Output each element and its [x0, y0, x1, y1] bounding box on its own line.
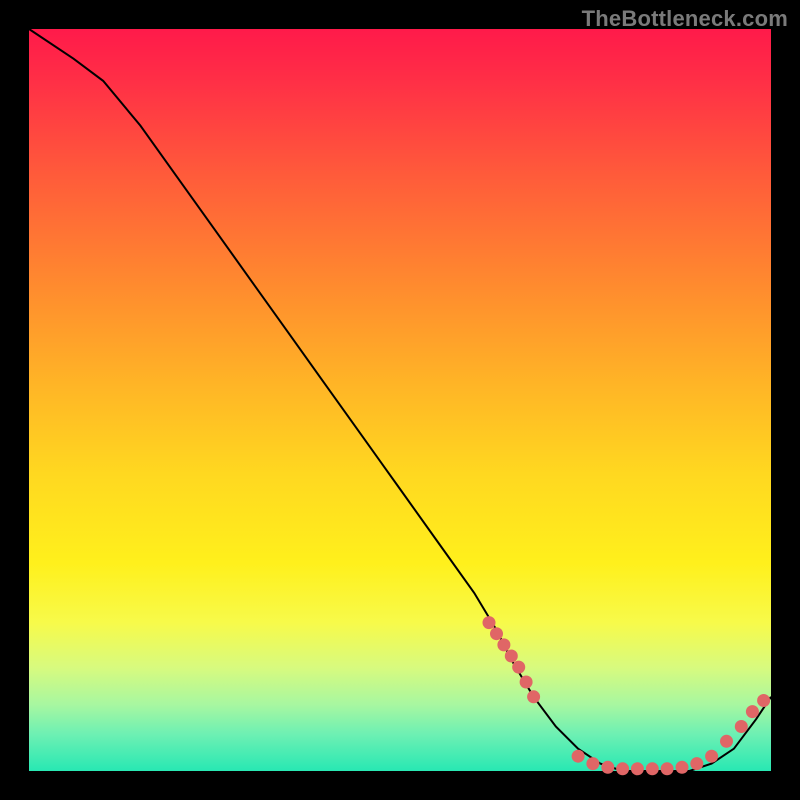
marker-left-cluster: [527, 690, 540, 703]
series-bottleneck-curve: [29, 29, 771, 771]
marker-rise-cluster: [705, 750, 718, 763]
bottleneck-curve-line: [29, 29, 771, 771]
marker-rise-cluster: [757, 694, 770, 707]
marker-rise-cluster: [720, 735, 733, 748]
marker-left-cluster: [497, 638, 510, 651]
marker-floor-cluster: [676, 761, 689, 774]
marker-floor-cluster: [572, 750, 585, 763]
marker-rise-cluster: [746, 705, 759, 718]
marker-left-cluster: [490, 627, 503, 640]
marker-floor-cluster: [586, 757, 599, 770]
marker-rise-cluster: [735, 720, 748, 733]
marker-floor-cluster: [601, 761, 614, 774]
marker-floor-cluster: [661, 762, 674, 775]
marker-group: [483, 616, 771, 775]
marker-floor-cluster: [631, 762, 644, 775]
marker-left-cluster: [505, 650, 518, 663]
marker-floor-cluster: [616, 762, 629, 775]
marker-floor-cluster: [690, 757, 703, 770]
marker-left-cluster: [483, 616, 496, 629]
chart-container: TheBottleneck.com: [0, 0, 800, 800]
marker-left-cluster: [520, 676, 533, 689]
chart-overlay: [29, 29, 771, 771]
marker-floor-cluster: [646, 762, 659, 775]
marker-left-cluster: [512, 661, 525, 674]
watermark-text: TheBottleneck.com: [582, 6, 788, 32]
